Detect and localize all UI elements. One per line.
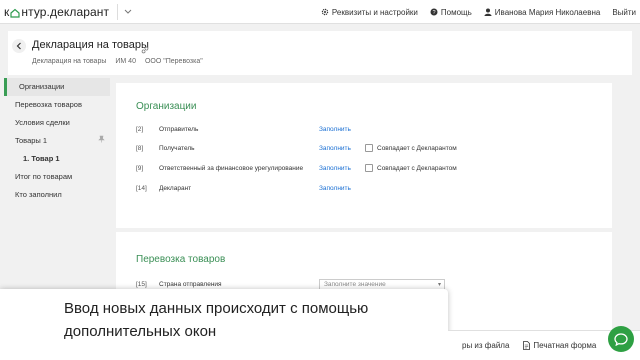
sidebar-item-filled-by[interactable]: Кто заполнил [0, 186, 110, 204]
chat-icon [614, 332, 628, 346]
chat-button[interactable] [608, 326, 634, 352]
form-row-receiver: [8] Получатель Заполнить Совпадает с Дек… [136, 142, 606, 154]
same-as-declarant-checkbox[interactable]: Совпадает с Декларантом [365, 164, 457, 172]
logout-link[interactable]: Выйти [612, 8, 636, 17]
link-icon[interactable] [141, 41, 149, 59]
sidebar-item-totals[interactable]: Итог по товарам [0, 168, 110, 186]
user-icon [484, 8, 492, 16]
departure-country-select[interactable]: Заполните значение ▾ [319, 278, 445, 290]
same-as-declarant-checkbox[interactable]: Совпадает с Декларантом [365, 144, 457, 152]
sidebar-item-label: Перевозка товаров [15, 100, 82, 109]
document-icon [523, 341, 531, 350]
caret-down-icon: ▾ [437, 281, 441, 288]
form-row-sender: [2] Отправитель Заполнить [136, 123, 606, 135]
app-logo[interactable]: к нтур.декларант [4, 0, 109, 24]
fill-link[interactable]: Заполнить [319, 126, 365, 133]
form-row-declarant: [14] Декларант Заполнить [136, 182, 606, 194]
help-button[interactable]: ? Помощь [430, 8, 472, 17]
pin-icon[interactable] [98, 132, 105, 150]
sidebar-item-label: 1. Товар 1 [23, 154, 60, 163]
meta-procedure: ИМ 40 [115, 58, 136, 65]
sidebar: Организации Перевозка товаров Условия сд… [0, 78, 110, 204]
select-placeholder: Заполните значение [324, 280, 386, 288]
page-title: Декларация на товары [32, 39, 149, 51]
sidebar-item-label: Кто заполнил [15, 190, 62, 199]
form-row-financial: [9] Ответственный за финансовое урегулир… [136, 162, 606, 174]
field-label: Получатель [159, 144, 195, 152]
sidebar-item-terms[interactable]: Условия сделки [0, 114, 110, 132]
logo-house-icon [10, 7, 20, 18]
sidebar-item-goods-1[interactable]: 1. Товар 1 [0, 150, 110, 168]
field-label: Отправитель [159, 125, 199, 133]
fill-link[interactable]: Заполнить [319, 185, 365, 192]
fill-link[interactable]: Заполнить [319, 145, 365, 152]
svg-text:?: ? [432, 10, 435, 16]
checkbox-box [365, 144, 373, 152]
sidebar-item-transport[interactable]: Перевозка товаров [0, 96, 110, 114]
sidebar-item-organizations[interactable]: Организации [4, 78, 110, 96]
import-from-file-button[interactable]: ры из файла [462, 341, 509, 350]
section-title: Организации [136, 101, 197, 112]
checkbox-label: Совпадает с Декларантом [377, 164, 457, 172]
hint-overlay: Ввод новых данных происходит с помощью д… [0, 289, 448, 360]
logo-text-end: нтур.декларант [21, 4, 110, 19]
logout-label: Выйти [612, 7, 636, 17]
meta-doc-type: Декларация на товары [32, 58, 107, 65]
back-button[interactable] [12, 39, 26, 53]
user-name: Иванова Мария Николаевна [494, 7, 601, 17]
chevron-down-icon[interactable] [124, 7, 132, 17]
sidebar-item-label: Условия сделки [15, 118, 70, 127]
breadcrumb: Декларация на товары ИМ 40 ООО "Перевозк… [32, 58, 212, 65]
import-label: ры из файла [462, 341, 510, 350]
section-title: Перевозка товаров [136, 254, 226, 265]
organizations-section: Организации [2] Отправитель Заполнить [8… [116, 83, 612, 228]
field-number: [2] [136, 125, 144, 133]
logo-text-start: к [4, 4, 10, 19]
user-menu[interactable]: Иванова Мария Николаевна [484, 7, 601, 17]
field-number: [15] [136, 280, 147, 288]
field-number: [14] [136, 184, 147, 192]
field-label: Ответственный за финансовое урегулирован… [159, 164, 304, 172]
sidebar-item-label: Товары 1 [15, 136, 48, 145]
fill-link[interactable]: Заполнить [319, 165, 365, 172]
field-number: [8] [136, 144, 144, 152]
top-bar: к нтур.декларант Реквизиты и настройки ?… [0, 0, 640, 24]
divider [117, 3, 119, 20]
checkbox-label: Совпадает с Декларантом [377, 144, 457, 152]
settings-button[interactable]: Реквизиты и настройки [321, 8, 418, 17]
settings-label: Реквизиты и настройки [331, 7, 418, 17]
meta-company: ООО "Перевозка" [144, 58, 203, 65]
sidebar-item-goods[interactable]: Товары 1 [0, 132, 110, 150]
print-label: Печатная форма [533, 341, 597, 350]
sidebar-item-label: Итог по товарам [15, 172, 73, 181]
checkbox-box [365, 164, 373, 172]
field-label: Декларант [159, 184, 192, 192]
document-header: Декларация на товары Декларация на товар… [8, 31, 632, 75]
field-number: [9] [136, 164, 144, 172]
help-icon: ? [430, 8, 438, 16]
gear-icon [321, 8, 329, 16]
field-label: Страна отправления [159, 280, 222, 288]
hint-text: Ввод новых данных происходит с помощью д… [64, 300, 369, 340]
print-form-button[interactable]: Печатная форма [523, 341, 596, 350]
chevron-left-icon [16, 42, 21, 50]
help-label: Помощь [440, 7, 472, 17]
sidebar-item-label: Организации [19, 82, 65, 91]
